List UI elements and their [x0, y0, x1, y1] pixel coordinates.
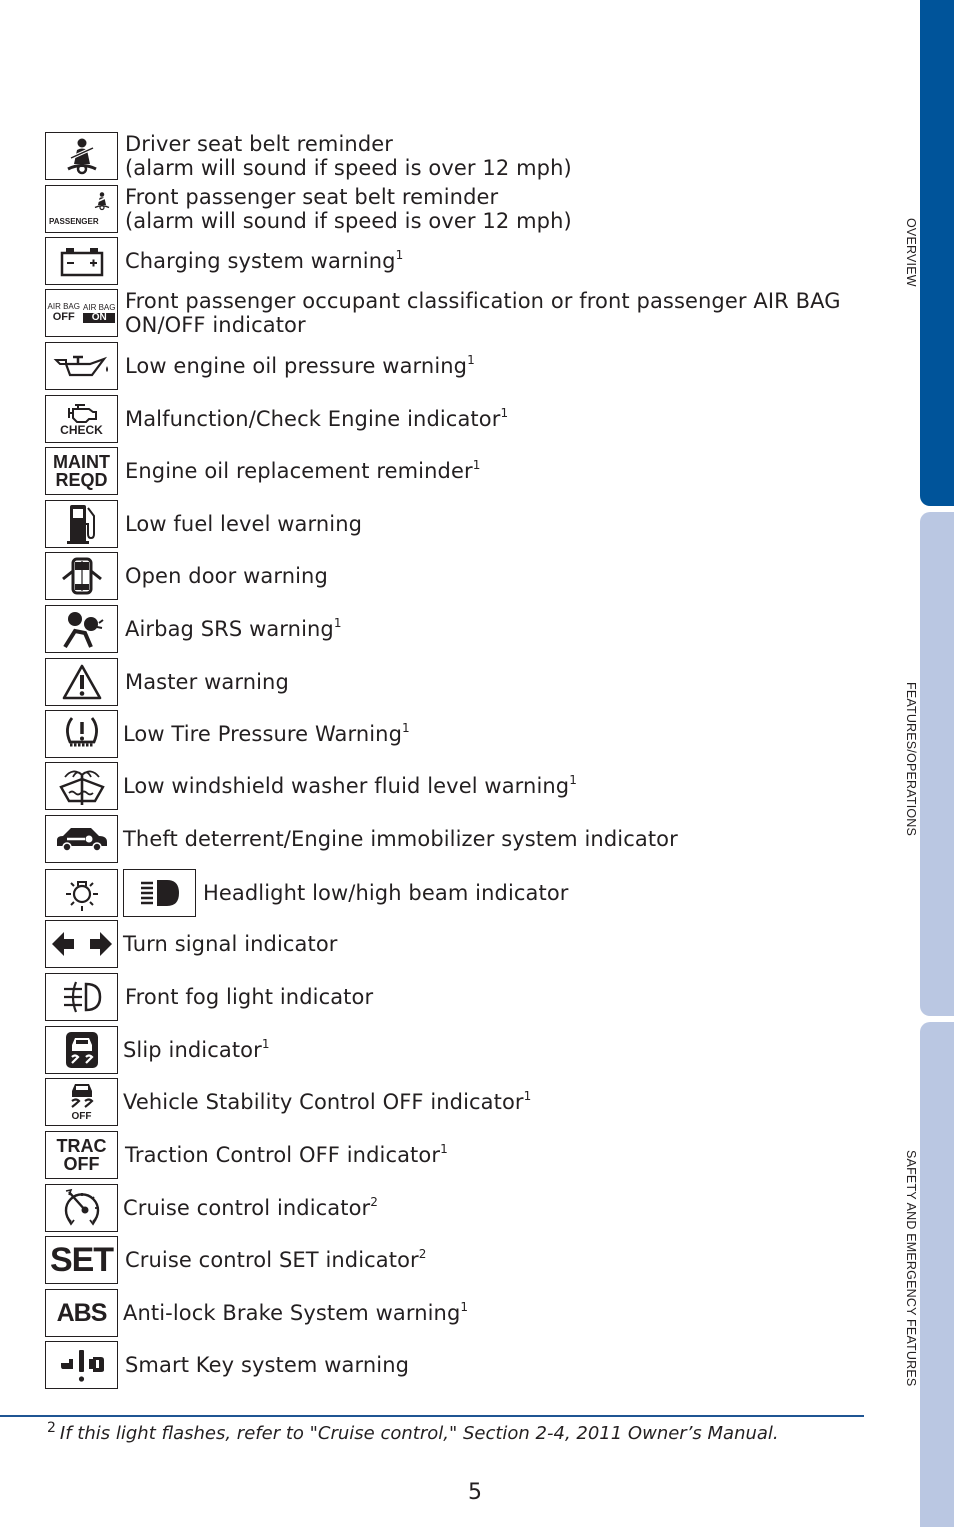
open-door-icon — [45, 552, 118, 600]
indicator-label: Anti-lock Brake System warning1 — [123, 1300, 469, 1325]
check-engine-icon: CHECK — [45, 395, 118, 443]
indicator-row: CHECK Malfunction/Check Engine indicator… — [45, 394, 508, 444]
indicator-row: SET Cruise control SET indicator2 — [45, 1235, 427, 1285]
airbag-srs-icon — [45, 605, 118, 653]
indicator-row: Cruise control indicator2 — [45, 1183, 378, 1233]
slip-icon — [45, 1026, 118, 1074]
indicator-label: Low Tire Pressure Warning1 — [123, 721, 410, 746]
indicator-row: ABS Anti-lock Brake System warning1 — [45, 1288, 468, 1338]
indicator-label: Low windshield washer fluid level warnin… — [123, 773, 577, 798]
indicator-label: Cruise control SET indicator2 — [125, 1247, 427, 1272]
driver-seat-belt-icon — [45, 132, 118, 180]
tab-features-operations[interactable] — [920, 512, 954, 1016]
headlight-low-beam-icon — [45, 869, 118, 917]
indicator-row: AIR BAG OFF AIR BAG ON Front passenger occ… — [45, 288, 841, 338]
footer-divider — [0, 1415, 864, 1417]
fuel-pump-icon — [45, 500, 118, 548]
tab-overview[interactable] — [920, 0, 954, 506]
trac-off-icon: TRAC OFF — [45, 1131, 118, 1179]
vsc-off-icon: OFF — [45, 1078, 118, 1126]
abs-icon: ABS — [45, 1289, 118, 1337]
indicator-row: Airbag SRS warning1 — [45, 604, 342, 654]
indicator-row: PASSENGER Front passenger seat belt remi… — [45, 184, 572, 234]
passenger-text: PASSENGER — [49, 217, 99, 226]
indicator-label: Driver seat belt reminder (alarm will sou… — [125, 132, 572, 180]
indicator-row: Turn signal indicator — [45, 919, 338, 969]
indicator-row: Headlight low/high beam indicator — [45, 868, 569, 918]
headlight-high-beam-icon — [123, 869, 196, 917]
indicator-label: Low fuel level warning — [125, 512, 363, 536]
indicator-label: Front passenger occupant classification … — [125, 289, 841, 337]
fog-light-icon — [45, 973, 118, 1021]
indicator-row: Slip indicator1 — [45, 1025, 270, 1075]
indicator-row: TRAC OFF Traction Control OFF indicator1 — [45, 1130, 448, 1180]
indicator-label: Master warning — [125, 670, 289, 694]
indicator-label: Slip indicator1 — [123, 1037, 270, 1062]
indicator-label: Low engine oil pressure warning1 — [125, 353, 475, 378]
oil-can-icon — [45, 342, 118, 390]
indicator-label: Smart Key system warning — [125, 1353, 410, 1377]
indicator-label: Turn signal indicator — [123, 932, 338, 956]
tab-safety-emergency-features[interactable] — [920, 1022, 954, 1527]
footnote: 2 If this light flashes, refer to "Cruise… — [47, 1420, 779, 1444]
indicator-label: Traction Control OFF indicator1 — [125, 1142, 448, 1167]
tab-label-safety-emergency-features: SAFETY AND EMERGENCY FEATURES — [904, 1150, 918, 1387]
tab-label-features-operations: FEATURES/OPERATIONS — [904, 682, 918, 837]
washer-fluid-icon — [45, 762, 118, 810]
indicator-row: Low engine oil pressure warning1 — [45, 341, 475, 391]
indicator-label: Front fog light indicator — [125, 985, 374, 1009]
indicator-row: Driver seat belt reminder (alarm will sou… — [45, 131, 572, 181]
indicator-label: Front passenger seat belt reminder (alarm… — [125, 185, 572, 233]
theft-deterrent-icon — [45, 815, 118, 863]
indicator-row: Low windshield washer fluid level warnin… — [45, 761, 577, 811]
passenger-seat-belt-icon: PASSENGER — [45, 185, 118, 233]
indicator-row: Master warning — [45, 657, 289, 707]
turn-signal-icon — [45, 920, 118, 968]
indicator-row: Front fog light indicator — [45, 972, 373, 1022]
indicator-row: Open door warning — [45, 551, 328, 601]
page-number: 5 — [468, 1480, 482, 1505]
indicator-label: Cruise control indicator2 — [123, 1195, 379, 1220]
smart-key-icon — [45, 1341, 118, 1389]
indicator-label: Vehicle Stability Control OFF indicator1 — [123, 1089, 532, 1114]
indicator-label: Theft deterrent/Engine immobilizer syste… — [123, 827, 678, 851]
indicator-label: Headlight low/high beam indicator — [203, 881, 569, 905]
set-icon: SET — [45, 1236, 118, 1284]
indicator-label: Malfunction/Check Engine indicator1 — [125, 406, 509, 431]
indicator-row: Low fuel level warning — [45, 499, 362, 549]
indicator-label: Engine oil replacement reminder1 — [125, 458, 481, 483]
cruise-control-icon — [45, 1184, 118, 1232]
indicator-row: OFF Vehicle Stability Control OFF indica… — [45, 1077, 531, 1127]
indicator-label: Airbag SRS warning1 — [125, 616, 342, 641]
indicator-row: Low Tire Pressure Warning1 — [45, 709, 410, 759]
indicator-label: Open door warning — [125, 564, 328, 588]
tire-pressure-icon — [45, 710, 118, 758]
indicator-row: MAINT REQD Engine oil replacement reminde… — [45, 446, 480, 496]
airbag-on-off-icon: AIR BAG OFF AIR BAG ON — [45, 289, 118, 337]
tab-label-overview: OVERVIEW — [904, 218, 918, 287]
battery-icon — [45, 237, 118, 285]
indicator-row: Charging system warning1 — [45, 236, 403, 286]
master-warning-icon — [45, 658, 118, 706]
maint-reqd-icon: MAINT REQD — [45, 447, 118, 495]
indicator-row: Smart Key system warning — [45, 1340, 409, 1390]
indicator-label: Charging system warning1 — [125, 248, 404, 273]
indicator-row: Theft deterrent/Engine immobilizer syste… — [45, 814, 678, 864]
